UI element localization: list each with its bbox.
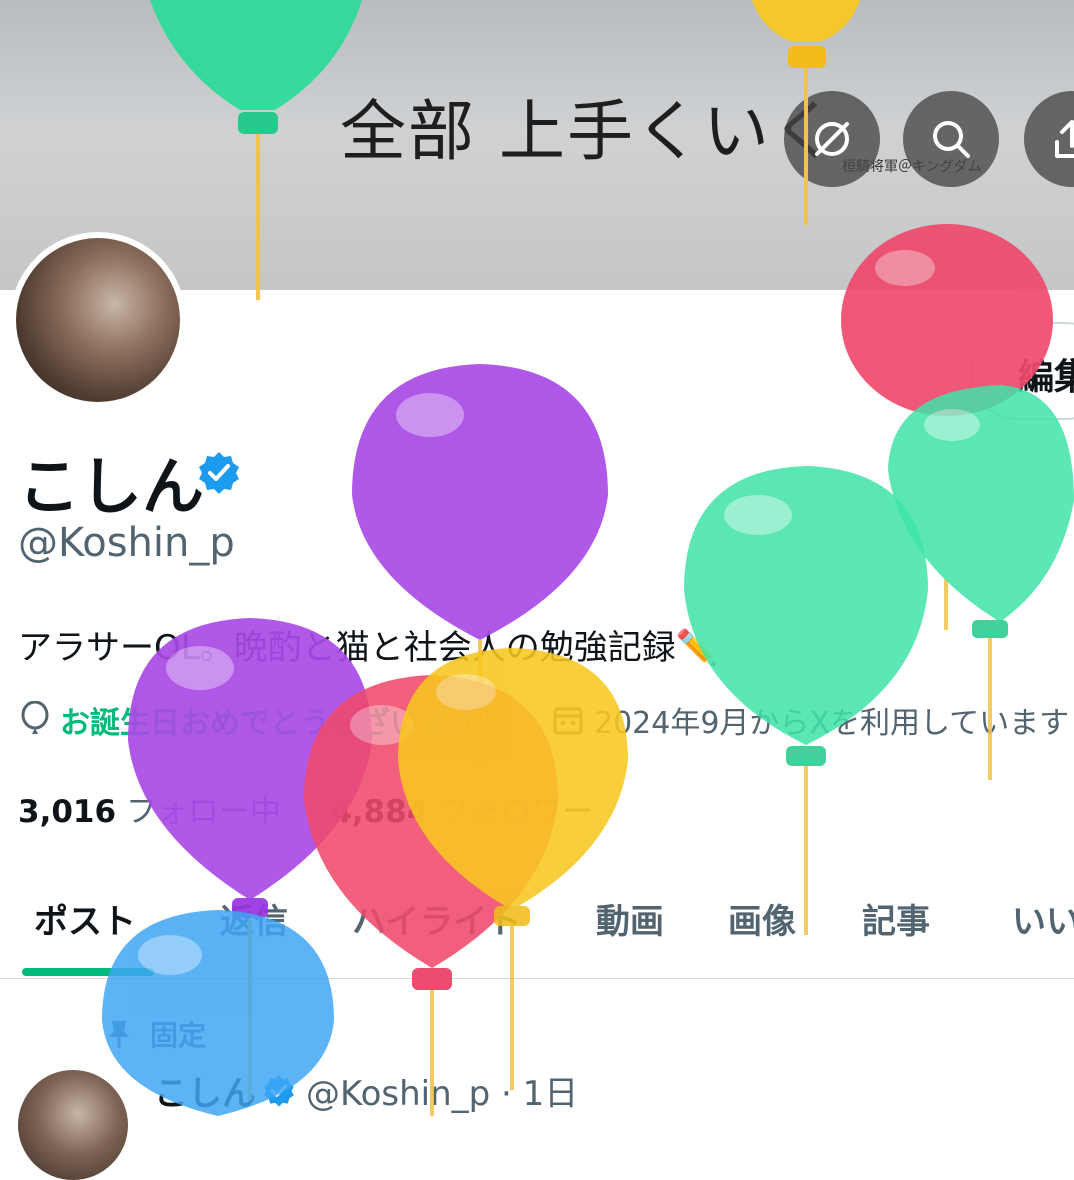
banner-text: 全部 上手くいく	[340, 93, 839, 170]
followers-label: フォロワー	[438, 794, 594, 830]
tab-highlights[interactable]: ハイライト	[352, 894, 521, 943]
verified-badge-icon[interactable]	[196, 450, 242, 496]
followers-link[interactable]: 4,884 フォロワー	[330, 794, 593, 830]
post-header: こしん @Koshin_p · 1日	[154, 1066, 578, 1115]
grok-button[interactable]	[784, 91, 880, 187]
profile-handle: @Koshin_p	[18, 520, 235, 566]
following-label: フォロー中	[125, 794, 281, 830]
post-handle-time: @Koshin_p · 1日	[306, 1074, 579, 1114]
profile-bio: アラサーOL。晩酌と猫と社会人の勉強記録✏️	[18, 628, 719, 668]
tab-posts[interactable]: ポスト	[34, 894, 136, 943]
following-link[interactable]: 3,016 フォロー中	[18, 794, 281, 830]
tab-photos[interactable]: 画像	[728, 894, 796, 943]
pinned-label-row: 固定	[104, 1014, 206, 1054]
search-icon	[933, 121, 970, 158]
avatar-image	[16, 238, 180, 402]
calendar-icon	[553, 707, 583, 735]
tab-articles[interactable]: 記事	[862, 894, 930, 943]
grok-icon	[815, 122, 849, 156]
profile-avatar[interactable]	[10, 232, 186, 408]
follow-stats: 3,016 フォロー中 4,884 フォロワー	[18, 786, 593, 831]
balloon-icon	[21, 701, 49, 734]
display-name: こしん	[18, 450, 205, 523]
pinned-label: 固定	[150, 1019, 207, 1052]
edit-profile-label: 編集	[1018, 357, 1074, 398]
pin-icon	[109, 1021, 129, 1048]
following-count: 3,016	[18, 794, 117, 830]
active-tab-indicator	[22, 968, 154, 976]
post-author-name[interactable]: こしん	[154, 1066, 256, 1115]
joined-text: 2024年9月からXを利用しています	[594, 706, 1070, 741]
post-avatar[interactable]	[18, 1070, 128, 1180]
birthday-row: お誕生日おめでとうございます！	[18, 698, 510, 742]
share-icon	[1055, 120, 1074, 158]
tab-likes[interactable]: いいね	[1012, 894, 1074, 943]
search-button[interactable]	[903, 91, 999, 187]
birthday-text[interactable]: お誕生日おめでとうございます！	[60, 698, 510, 742]
joined-row: 2024年9月からXを利用しています	[552, 698, 1069, 742]
profile-tabs: ポスト 返信 ハイライト 動画 画像 記事 いいね	[0, 880, 1074, 979]
followers-count: 4,884	[330, 794, 429, 830]
tab-videos[interactable]: 動画	[596, 894, 664, 943]
tab-replies[interactable]: 返信	[220, 894, 288, 943]
post-verified-icon	[264, 1074, 294, 1107]
